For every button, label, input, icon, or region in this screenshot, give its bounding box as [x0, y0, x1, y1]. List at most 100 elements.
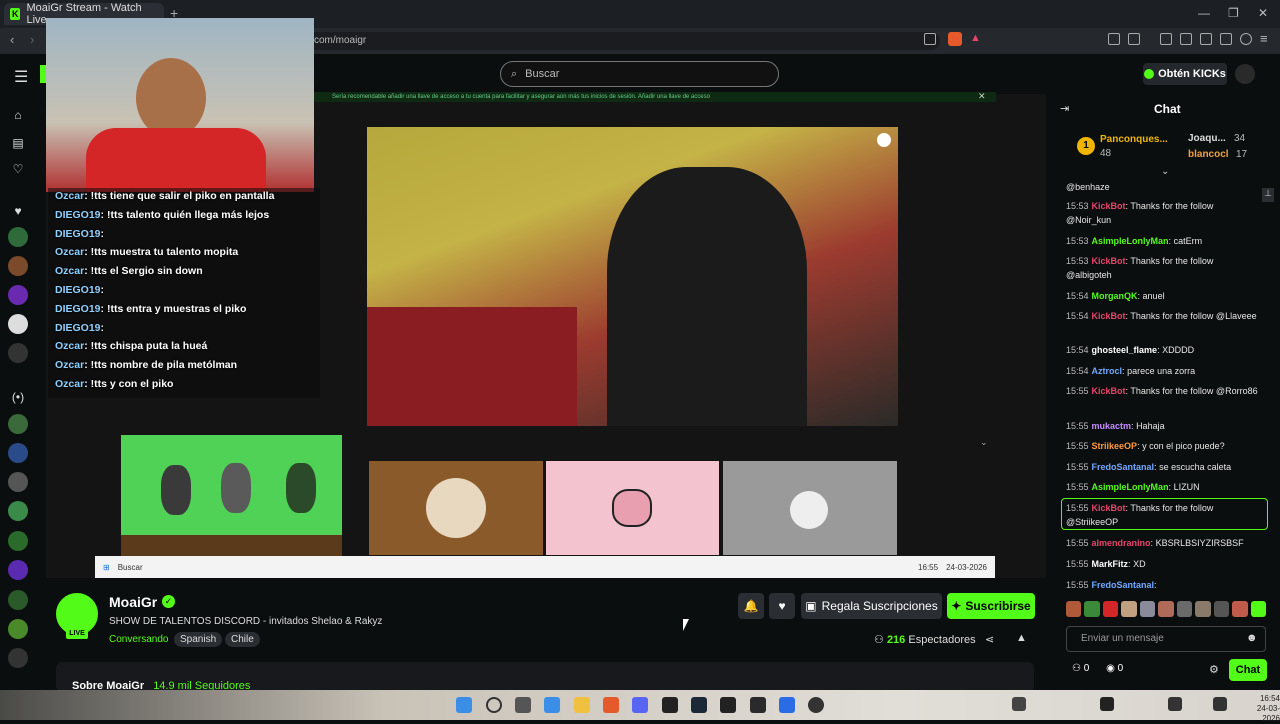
followed-channel-avatar[interactable] — [8, 314, 28, 334]
chat-message[interactable]: @benhaze — [1066, 180, 1258, 194]
following-icon[interactable]: ♡ — [11, 162, 25, 176]
chat-message[interactable]: 15:54 KickBot: Thanks for the follow @Lla… — [1066, 309, 1258, 323]
tray-icon[interactable] — [1168, 697, 1182, 711]
brave-browser-icon[interactable] — [603, 697, 619, 713]
chat-message[interactable]: 15:53 KickBot: Thanks for the follow @alb… — [1066, 254, 1258, 282]
forward-icon[interactable]: › — [30, 32, 34, 47]
recommended-channel-avatar[interactable] — [8, 560, 28, 580]
followed-channel-avatar[interactable] — [8, 256, 28, 276]
extensions-icon[interactable] — [1108, 33, 1120, 45]
chat-message[interactable]: 15:54 Aztrocl: parece una zorra — [1066, 364, 1258, 378]
windows-start-icon[interactable] — [456, 697, 472, 713]
chat-message[interactable]: 15:55 KickBot: Thanks for the follow @Ror… — [1066, 384, 1258, 398]
subscribe-button[interactable]: ✦ Suscribirse — [947, 593, 1035, 619]
top-gifter-3-name[interactable]: blancocl — [1188, 149, 1229, 160]
epic-games-icon[interactable] — [662, 697, 678, 713]
chat-username[interactable]: KickBot — [1092, 503, 1126, 513]
browse-icon[interactable]: ▤ — [11, 136, 25, 150]
vpn-icon[interactable] — [1240, 33, 1252, 45]
chat-username[interactable]: KickBot — [1092, 311, 1126, 321]
search-input[interactable]: ⌕ Buscar — [500, 61, 779, 87]
recommended-channel-avatar[interactable] — [8, 443, 28, 463]
emote-icon[interactable] — [1102, 601, 1119, 617]
pin-icon[interactable]: ⊥ — [1262, 188, 1274, 202]
media-icon[interactable] — [1160, 33, 1172, 45]
hamburger-menu-icon[interactable]: ☰ — [14, 67, 28, 87]
chat-username[interactable]: FredoSantanal — [1092, 462, 1155, 472]
chat-message[interactable]: 15:55 mukactm: Hahaja — [1066, 419, 1258, 433]
chat-input[interactable]: Enviar un mensaje — [1066, 626, 1266, 652]
app-icon[interactable] — [720, 697, 736, 713]
followed-channel-avatar[interactable] — [8, 343, 28, 363]
category-link[interactable]: Conversando — [109, 634, 168, 645]
chat-message[interactable]: 15:55 MarkFitz: XD — [1066, 557, 1258, 571]
share-icon[interactable] — [924, 33, 936, 45]
widgets-icon[interactable] — [544, 697, 560, 713]
wallet-icon[interactable] — [1128, 33, 1140, 45]
tag-language[interactable]: Spanish — [174, 632, 223, 647]
get-kicks-button[interactable]: Obtén KICKs — [1143, 63, 1227, 85]
report-icon[interactable]: ▲ — [1016, 632, 1027, 644]
chat-username[interactable]: MarkFitz — [1092, 559, 1129, 569]
top-gifter-2-name[interactable]: Joaqu... — [1188, 133, 1226, 144]
minimize-icon[interactable]: — — [1198, 6, 1210, 20]
gift-subs-button[interactable]: ▣ Regala Suscripciones — [801, 593, 942, 619]
browser-menu-icon[interactable]: ≡ — [1260, 31, 1268, 46]
chat-message[interactable]: 15:54 ghosteel_flame: XDDDD — [1066, 343, 1258, 357]
emote-icon[interactable] — [1176, 601, 1193, 617]
steam-icon[interactable] — [691, 697, 707, 713]
chat-send-button[interactable]: Chat — [1229, 659, 1267, 681]
user-avatar[interactable] — [1235, 64, 1255, 84]
chat-message[interactable]: 15:53 KickBot: Thanks for the follow @Noi… — [1066, 199, 1258, 227]
chat-username[interactable]: mukactm — [1092, 421, 1132, 431]
close-icon[interactable]: ✕ — [1258, 6, 1268, 20]
recommended-channel-avatar[interactable] — [8, 472, 28, 492]
chat-message[interactable]: 15:55 FredoSantanal: se escucha caleta — [1066, 460, 1258, 474]
chat-username[interactable]: Aztrocl — [1092, 366, 1123, 376]
notification-bell-icon[interactable]: 🔔 — [738, 593, 764, 619]
chat-message[interactable]: 15:55 KickBot: Thanks for the follow @Str… — [1066, 501, 1258, 529]
gifters-chevron-icon[interactable]: ⌄ — [1161, 166, 1169, 177]
emote-icon[interactable] — [1066, 601, 1082, 617]
app-icon[interactable] — [779, 697, 795, 713]
chat-username[interactable]: KickBot — [1092, 386, 1126, 396]
followed-heart-icon[interactable]: ♥ — [11, 204, 25, 218]
chat-username[interactable]: ghosteel_flame — [1092, 345, 1158, 355]
chat-username[interactable]: almendranino — [1092, 538, 1151, 548]
recommended-channel-avatar[interactable] — [8, 414, 28, 434]
emote-icon[interactable] — [1084, 601, 1100, 617]
chat-username[interactable]: AsimpleLonlyMan — [1092, 236, 1169, 246]
chat-username[interactable]: StriikeeOP — [1092, 441, 1138, 451]
emote-icon[interactable] — [1121, 601, 1137, 617]
chat-message[interactable]: 15:53 AsimpleLonlyMan: catErm — [1066, 234, 1258, 248]
chat-username[interactable]: MorganQK — [1092, 291, 1138, 301]
recommended-channel-avatar[interactable] — [8, 590, 28, 610]
back-icon[interactable]: ‹ — [10, 32, 14, 47]
chat-username[interactable]: AsimpleLonlyMan — [1092, 482, 1169, 492]
chat-username[interactable]: KickBot — [1092, 256, 1126, 266]
banner-close-icon[interactable]: ✕ — [978, 91, 986, 102]
emote-icon[interactable] — [1213, 601, 1230, 617]
chat-username[interactable]: FredoSantanal — [1092, 580, 1155, 590]
emoji-icon[interactable]: ☻ — [1246, 632, 1258, 644]
follow-heart-icon[interactable]: ♥ — [769, 593, 795, 619]
followed-channel-avatar[interactable] — [8, 285, 28, 305]
tray-icon[interactable] — [1213, 697, 1227, 711]
sidebar-toggle-icon[interactable] — [1180, 33, 1192, 45]
share-icon[interactable]: ⋖ — [985, 633, 994, 646]
recommended-channel-avatar[interactable] — [8, 531, 28, 551]
discord-icon[interactable] — [632, 697, 648, 713]
brave-shield-icon[interactable] — [948, 32, 962, 46]
chat-message[interactable]: 15:54 MorganQK: anuel — [1066, 289, 1258, 303]
recommended-channel-avatar[interactable] — [8, 619, 28, 639]
emote-icon[interactable] — [1195, 601, 1211, 617]
emote-icon[interactable] — [1250, 601, 1266, 617]
obs-icon[interactable] — [808, 697, 824, 713]
file-explorer-icon[interactable] — [574, 697, 590, 713]
chat-message[interactable]: 15:55 almendranino: KBSRLBSIYZIRSBSF — [1066, 536, 1258, 550]
tag-country[interactable]: Chile — [225, 632, 260, 647]
followed-channel-avatar[interactable] — [8, 227, 28, 247]
emote-icon[interactable] — [1232, 601, 1248, 617]
chat-username[interactable]: KickBot — [1092, 201, 1126, 211]
recommended-channel-avatar[interactable] — [8, 648, 28, 668]
